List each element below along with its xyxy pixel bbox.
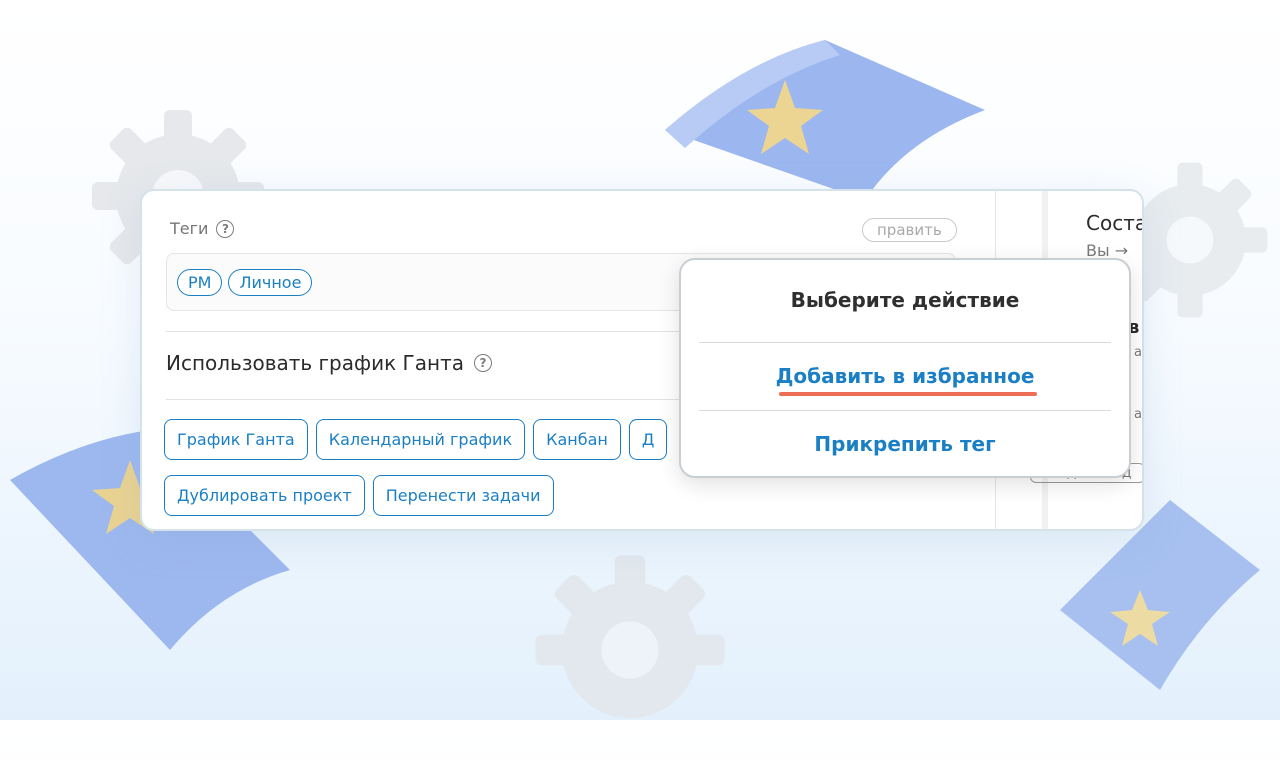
tag-chip[interactable]: PM [177,268,223,296]
popup-title: Выберите действие [790,288,1020,312]
view-buttons-row: График Ганта Календарный график Канбан Д [164,419,668,460]
popup-divider [699,410,1111,411]
gear-decoration-bottom [500,540,760,760]
right-panel-fragment: а [1134,345,1142,360]
question-circle-icon[interactable]: ? [216,219,235,238]
highlight-underline [779,392,1037,396]
gantt-title-text: Использовать график Ганта [166,351,464,375]
action-popup: Выберите действие Добавить в избранное П… [679,258,1131,478]
right-panel-fragment: а [1134,407,1142,422]
partially-hidden-button[interactable]: Д [628,419,668,460]
popup-divider [699,342,1111,343]
tag-chip[interactable]: Личное [228,268,313,296]
add-to-favorites-button[interactable]: Добавить в избранное [681,364,1129,388]
right-panel-title: Соста [1086,211,1144,235]
attach-tag-button[interactable]: Прикрепить тег [681,432,1129,456]
question-circle-icon[interactable]: ? [473,354,492,372]
gantt-chart-button[interactable]: График Ганта [164,419,308,460]
tags-label: Теги [170,219,209,238]
calendar-schedule-button[interactable]: Календарный график [315,419,526,460]
edit-tags-button[interactable]: править [862,218,957,242]
tags-label-row: Теги ? [170,219,235,238]
duplicate-project-button[interactable]: Дублировать проект [164,475,365,516]
kanban-button[interactable]: Канбан [533,419,621,460]
gantt-section-title: Использовать график Ганта ? [166,351,492,375]
move-tasks-button[interactable]: Перенести задачи [372,475,554,516]
project-actions-row: Дублировать проект Перенести задачи [164,475,554,516]
